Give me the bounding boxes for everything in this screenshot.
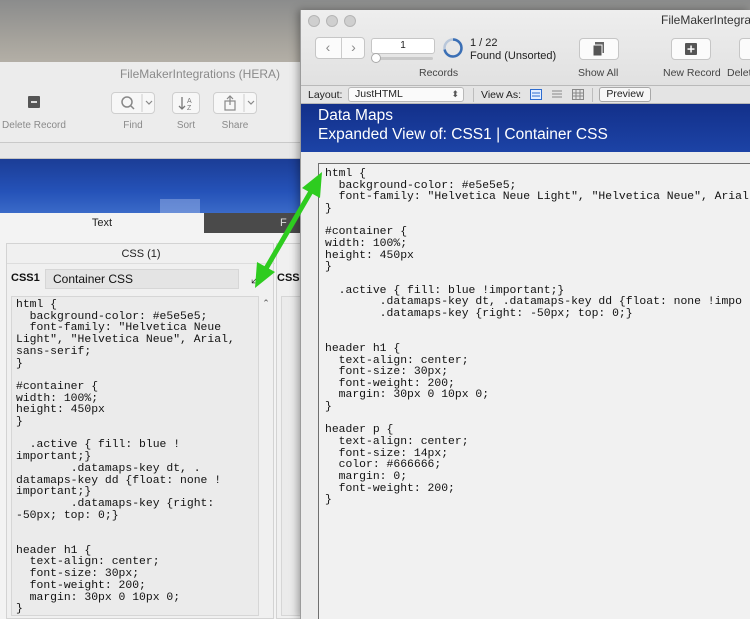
css2-panel: CSS2 [276, 243, 302, 619]
back-window-title: FileMakerIntegrations (HERA) [119, 67, 280, 81]
find-label: Find [123, 120, 143, 131]
zoom-window-button[interactable] [344, 15, 356, 27]
preview-button[interactable]: Preview [599, 87, 651, 102]
front-window-body: html { background-color: #e5e5e5; font-f… [301, 152, 750, 619]
back-window: FileMakerIntegrations (HERA) Delete Reco… [0, 62, 302, 619]
panel-title: CSS (1) [7, 244, 275, 264]
chevron-updown-icon: ⬍ [451, 89, 459, 99]
found-status: Found (Unsorted) [470, 50, 557, 62]
share-icon [213, 92, 257, 114]
close-window-button[interactable] [308, 15, 320, 27]
share-label: Share [221, 120, 249, 131]
back-banner [0, 159, 302, 213]
sort-label: Sort [176, 120, 196, 131]
divider [473, 88, 474, 102]
css2-label: CSS2 [277, 272, 302, 284]
show-all-label: Show All [578, 67, 619, 79]
chevron-up-icon[interactable]: ⌃ [261, 298, 271, 308]
back-window-body: Text F CSS (1) CSS1 Container CSS ⤢ html… [0, 213, 302, 619]
plus-box-icon [685, 43, 697, 55]
banner-subtitle: Expanded View of: CSS1 | Container CSS [318, 126, 608, 143]
show-all-button[interactable] [579, 38, 619, 60]
css-panel: CSS (1) CSS1 Container CSS ⤢ html { back… [6, 243, 275, 619]
delete-record-button-front[interactable] [739, 38, 750, 60]
sort-icon: AZ [172, 92, 200, 114]
layout-select-value: JustHTML [355, 88, 403, 100]
new-record-button[interactable] [671, 38, 711, 60]
chevron-right-icon[interactable]: › [341, 38, 365, 58]
form-view-icon[interactable] [530, 89, 542, 100]
layout-select[interactable]: JustHTML ⬍ [348, 87, 464, 102]
new-record-label: New Record [663, 67, 721, 79]
record-slider-knob[interactable] [371, 53, 381, 63]
minus-box-icon [22, 92, 46, 114]
chevron-left-icon[interactable]: ‹ [316, 38, 340, 58]
tab-text[interactable]: Text [0, 213, 204, 233]
find-button[interactable]: Find [110, 92, 156, 131]
view-as-label: View As: [481, 89, 522, 101]
share-button[interactable]: Share [212, 92, 258, 131]
front-window: FileMakerIntegrations ‹ › 1 1 / 22 Found… [300, 10, 750, 619]
layout-label: Layout: [308, 89, 343, 101]
tab-other[interactable]: F [204, 213, 302, 233]
sort-button[interactable]: AZ Sort [164, 92, 208, 131]
expand-icon[interactable]: ⤢ [249, 272, 263, 286]
front-titlebar: FileMakerIntegrations ‹ › 1 1 / 22 Found… [301, 10, 750, 86]
banner-title: Data Maps [318, 107, 393, 124]
field-label: CSS1 [11, 272, 40, 284]
svg-text:Z: Z [187, 105, 192, 112]
container-css-field[interactable]: Container CSS [45, 269, 239, 289]
record-slider-track [373, 57, 433, 60]
expanded-css-code-area[interactable]: html { background-color: #e5e5e5; font-f… [318, 163, 750, 619]
divider [592, 88, 593, 102]
records-label: Records [419, 67, 459, 79]
record-navigation: ‹ › [315, 37, 365, 59]
list-view-icon[interactable] [551, 89, 563, 100]
layout-bar-front: Layout: JustHTML ⬍ View As: Preview [301, 86, 750, 104]
current-record-field[interactable]: 1 [371, 38, 435, 54]
minimize-window-button[interactable] [326, 15, 338, 27]
css2-code-area[interactable] [281, 296, 302, 616]
delete-record-label: Delete Record [2, 120, 66, 131]
layout-bar [0, 143, 302, 159]
delete-record-button[interactable]: Delete Record [0, 92, 68, 131]
show-all-icon [592, 42, 604, 57]
css-code-area[interactable]: html { background-color: #e5e5e5; font-f… [11, 296, 259, 616]
found-count: 1 / 22 [470, 37, 498, 49]
delete-label: Delet [727, 67, 750, 79]
search-icon [111, 92, 155, 114]
found-set-pie-icon [443, 38, 463, 58]
front-banner: Data Maps Expanded View of: CSS1 | Conta… [301, 104, 750, 152]
table-view-icon[interactable] [572, 89, 584, 100]
svg-text:A: A [187, 98, 192, 105]
front-window-title: FileMakerIntegrations [661, 13, 750, 27]
